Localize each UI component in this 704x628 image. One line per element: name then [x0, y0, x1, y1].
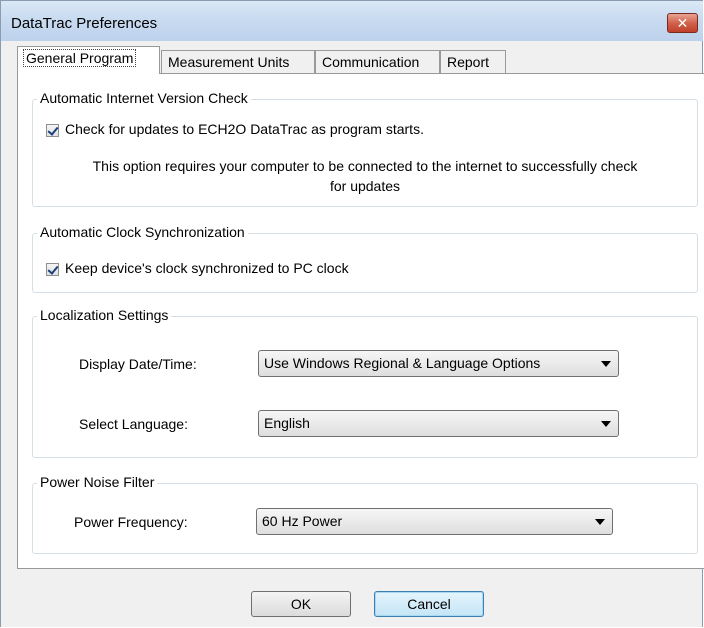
date-time-select[interactable]: Use Windows Regional & Language Options — [258, 350, 619, 377]
tab-label: General Program — [22, 49, 137, 67]
chevron-down-icon — [595, 519, 605, 525]
power-noise-group: Power Noise Filter Power Frequency: 60 H… — [32, 474, 698, 554]
internet-requirement-note: This option requires your computer to be… — [33, 156, 697, 196]
general-program-panel: Automatic Internet Version Check Check f… — [17, 73, 704, 569]
power-noise-group-title: Power Noise Filter — [37, 474, 158, 490]
preferences-dialog: DataTrac Preferences ✕ General Program M… — [0, 0, 704, 627]
tab-label: Report — [447, 54, 490, 70]
tab-label: Communication — [322, 54, 420, 70]
power-frequency-select-value: 60 Hz Power — [262, 513, 343, 529]
close-button[interactable]: ✕ — [667, 13, 698, 33]
window-title: DataTrac Preferences — [11, 15, 158, 32]
tab-communication[interactable]: Communication — [315, 50, 440, 74]
version-check-group-title: Automatic Internet Version Check — [37, 90, 251, 106]
tab-measurement-units[interactable]: Measurement Units — [161, 50, 315, 74]
close-icon: ✕ — [676, 15, 689, 31]
chevron-down-icon — [601, 361, 611, 367]
clock-sync-label[interactable]: Keep device's clock synchronized to PC c… — [65, 260, 349, 276]
power-frequency-label: Power Frequency: — [74, 514, 188, 530]
check-updates-checkbox[interactable] — [46, 124, 59, 137]
title-bar[interactable]: DataTrac Preferences ✕ — [1, 1, 703, 41]
chevron-down-icon — [601, 421, 611, 427]
ok-button[interactable]: OK — [251, 591, 351, 617]
tab-report[interactable]: Report — [440, 50, 506, 74]
version-check-group: Automatic Internet Version Check Check f… — [32, 90, 698, 207]
clock-sync-group: Automatic Clock Synchronization Keep dev… — [32, 224, 698, 293]
cancel-button[interactable]: Cancel — [374, 591, 484, 617]
internet-note-line1: This option requires your computer to be… — [92, 158, 638, 174]
date-time-label: Display Date/Time: — [79, 356, 197, 372]
check-updates-label[interactable]: Check for updates to ECH2O DataTrac as p… — [65, 121, 424, 137]
language-label: Select Language: — [79, 416, 188, 432]
language-select[interactable]: English — [258, 410, 619, 437]
tab-label: Measurement Units — [168, 54, 290, 70]
internet-note-line2: for updates — [329, 178, 401, 194]
clock-sync-checkbox[interactable] — [46, 263, 59, 276]
localization-group-title: Localization Settings — [37, 307, 172, 323]
date-time-select-value: Use Windows Regional & Language Options — [264, 355, 541, 371]
tab-general-program[interactable]: General Program — [17, 46, 160, 74]
language-select-value: English — [264, 415, 310, 431]
clock-sync-group-title: Automatic Clock Synchronization — [37, 224, 248, 240]
localization-group: Localization Settings Display Date/Time:… — [32, 307, 698, 458]
power-frequency-select[interactable]: 60 Hz Power — [256, 508, 613, 535]
